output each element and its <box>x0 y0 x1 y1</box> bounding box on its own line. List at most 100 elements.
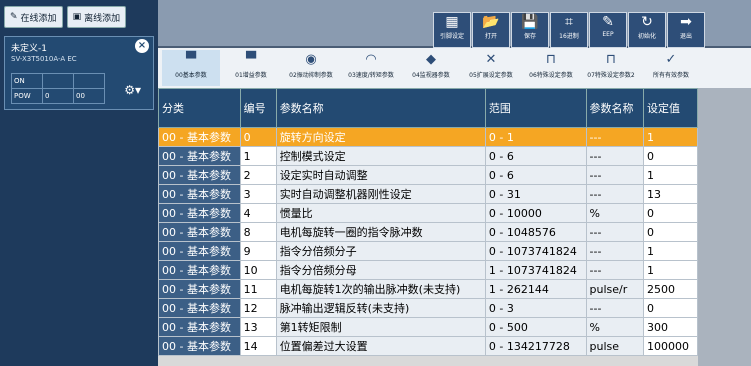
table-cell[interactable]: 300 <box>642 317 699 337</box>
tab-icon: ◆ <box>426 52 436 67</box>
online-add-button[interactable]: ✎ 在线添加 <box>4 6 63 28</box>
tab-7[interactable]: ⊓ 07特殊设定参数2 <box>582 50 640 86</box>
column-header[interactable]: 范围 <box>484 88 587 128</box>
table-cell: 旋转方向设定 <box>275 127 486 147</box>
table-cell[interactable]: 0 <box>642 146 699 166</box>
table-row[interactable]: 00 - 基本参数 0 旋转方向设定 0 - 1 --- 1 <box>158 127 699 147</box>
table-cell: 00 - 基本参数 <box>158 222 241 242</box>
toolbar-init-button[interactable]: ↻ 初始化 <box>628 12 666 48</box>
tab-icon: ▀ <box>186 52 196 67</box>
table-row[interactable]: 00 - 基本参数 12 脉冲输出逻辑反转(未支持) 0 - 3 --- 0 <box>158 298 699 318</box>
table-cell: 实时自动调整机器刚性设定 <box>275 184 486 204</box>
table-cell[interactable]: 0 <box>642 203 699 223</box>
table-cell: 0 - 6 <box>484 165 587 185</box>
table-cell: 11 <box>239 279 277 299</box>
toolbar-open-button[interactable]: 📂 打开 <box>472 12 510 48</box>
table-cell[interactable]: 13 <box>642 184 699 204</box>
table-cell: --- <box>585 298 644 318</box>
table-cell: 0 <box>239 127 277 147</box>
table-cell: 10 <box>239 260 277 280</box>
table-cell: 00 - 基本参数 <box>158 260 241 280</box>
toolbar-save-button[interactable]: 💾 保存 <box>511 12 549 48</box>
table-cell: 00 - 基本参数 <box>158 279 241 299</box>
table-cell: 3 <box>239 184 277 204</box>
table-cell: 9 <box>239 241 277 261</box>
link-icon: ✎ <box>10 12 18 22</box>
table-cell: pulse <box>585 336 644 356</box>
table-cell: 位置偏差过大设置 <box>275 336 486 356</box>
column-header[interactable]: 编号 <box>239 88 277 128</box>
table-row[interactable]: 00 - 基本参数 4 惯量比 0 - 10000% 0 <box>158 203 699 223</box>
table-cell[interactable]: 2500 <box>642 279 699 299</box>
table-cell[interactable]: 1 <box>642 127 699 147</box>
exit-icon: ➡ <box>680 14 692 30</box>
table-cell: 电机每旋转1次的输出脉冲数(未支持) <box>275 279 486 299</box>
table-cell: --- <box>585 146 644 166</box>
table-row[interactable]: 00 - 基本参数 14 位置偏差过大设置 0 - 134217728 pulse 100… <box>158 336 699 356</box>
table-cell: 0 - 1073741824 <box>484 241 587 261</box>
table-row[interactable]: 00 - 基本参数 11 电机每旋转1次的输出脉冲数(未支持) 1 - 262144 p… <box>158 279 699 299</box>
table-cell: 1 - 262144 <box>484 279 587 299</box>
tab-5[interactable]: ✕ 05扩展设定参数 <box>462 50 520 86</box>
table-cell: % <box>585 317 644 337</box>
gear-icon[interactable]: ⚙▾ <box>124 83 141 97</box>
tab-icon: ◉ <box>305 52 317 67</box>
table-cell: 8 <box>239 222 277 242</box>
table-cell: 13 <box>239 317 277 337</box>
table-cell[interactable]: 0 <box>642 298 699 318</box>
table-row[interactable]: 00 - 基本参数 3 实时自动调整机器刚性设定 0 - 31 --- 13 <box>158 184 699 204</box>
table-row[interactable]: 00 - 基本参数 1 控制模式设定 0 - 6 --- 0 <box>158 146 699 166</box>
table-cell: 2 <box>239 165 277 185</box>
table-row[interactable]: 00 - 基本参数 10 指令分倍频分母 1 - 1073741824 --- 1 <box>158 260 699 280</box>
toolbar-eep-button[interactable]: ✎ EEP <box>589 12 627 48</box>
eep-icon: ✎ <box>602 14 614 30</box>
table-cell: 4 <box>239 203 277 223</box>
table-row[interactable]: 00 - 基本参数 9 指令分倍频分子 0 - 1073741824 --- 1 <box>158 241 699 261</box>
table-cell: 0 - 1048576 <box>484 222 587 242</box>
tab-2[interactable]: ◉ 02振动抑制参数 <box>282 50 340 86</box>
column-header[interactable]: 分类 <box>158 88 241 128</box>
column-header[interactable]: 设定值 <box>642 88 699 128</box>
table-cell: 0 - 500 <box>484 317 587 337</box>
table-cell: 00 - 基本参数 <box>158 241 241 261</box>
parameter-table: 分类 编号 参数名称 范围 参数名称 设定值 00 - 基本参数 0 旋转方向设定 0 - 1-… <box>158 88 703 366</box>
tab-icon: ✓ <box>665 52 677 67</box>
table-cell[interactable]: 1 <box>642 165 699 185</box>
offline-add-button[interactable]: ▣ 离线添加 <box>66 6 127 28</box>
table-cell: 指令分倍频分母 <box>275 260 486 280</box>
device-icon: ▣ <box>72 12 82 22</box>
table-cell[interactable]: 0 <box>642 222 699 242</box>
tab-0[interactable]: ▀ 00基本参数 <box>162 50 220 86</box>
toolbar-exit-button[interactable]: ➡ 退出 <box>667 12 705 48</box>
table-row[interactable]: 00 - 基本参数 8 电机每旋转一圈的指令脉冲数 0 - 1048576 --- 0 <box>158 222 699 242</box>
tab-8[interactable]: ✓ 所有有效参数 <box>642 50 700 86</box>
table-cell: 惯量比 <box>275 203 486 223</box>
table-cell[interactable]: 1 <box>642 241 699 261</box>
table-cell: % <box>585 203 644 223</box>
toolbar-hex-button[interactable]: ⌗ 16进制 <box>550 12 588 48</box>
table-row[interactable]: 00 - 基本参数 2 设定实时自动调整 0 - 6 --- 1 <box>158 165 699 185</box>
tab-4[interactable]: ◆ 04监视器参数 <box>402 50 460 86</box>
tab-icon: ✕ <box>485 52 497 67</box>
table-cell: 00 - 基本参数 <box>158 317 241 337</box>
toolbar-grid-button[interactable]: ▦ 引脚设定 <box>433 12 471 48</box>
grid-icon: ▦ <box>445 14 459 30</box>
device-card[interactable]: 未定义-1 SV-X3T5010A-A EC × ON POW 0 00 ⚙▾ <box>4 36 154 110</box>
column-header[interactable]: 参数名称 <box>275 88 486 128</box>
open-icon: 📂 <box>482 14 500 30</box>
tab-6[interactable]: ⊓ 06特殊设定参数 <box>522 50 580 86</box>
table-cell: --- <box>585 260 644 280</box>
tab-1[interactable]: ▀ 01增益参数 <box>222 50 280 86</box>
table-cell: pulse/r <box>585 279 644 299</box>
tab-3[interactable]: ◠ 03速度/转矩参数 <box>342 50 400 86</box>
close-icon[interactable]: × <box>135 39 149 53</box>
table-cell: 控制模式设定 <box>275 146 486 166</box>
toolbar: ▦ 引脚设定 📂 打开 💾 保存 ⌗ 16进制 ✎ EEP ↻ 初始化 ➡ 退出 <box>158 0 751 48</box>
table-cell: --- <box>585 165 644 185</box>
table-cell[interactable]: 1 <box>642 260 699 280</box>
table-cell[interactable]: 100000 <box>642 336 699 356</box>
table-cell: 0 - 31 <box>484 184 587 204</box>
column-header[interactable]: 参数名称 <box>585 88 644 128</box>
tab-bar: ▀ 00基本参数 ▀ 01增益参数 ◉ 02振动抑制参数 ◠ 03速度/转矩参数 ◆ 04监视器参… <box>158 48 751 88</box>
table-row[interactable]: 00 - 基本参数 13 第1转矩限制 0 - 500% 300 <box>158 317 699 337</box>
